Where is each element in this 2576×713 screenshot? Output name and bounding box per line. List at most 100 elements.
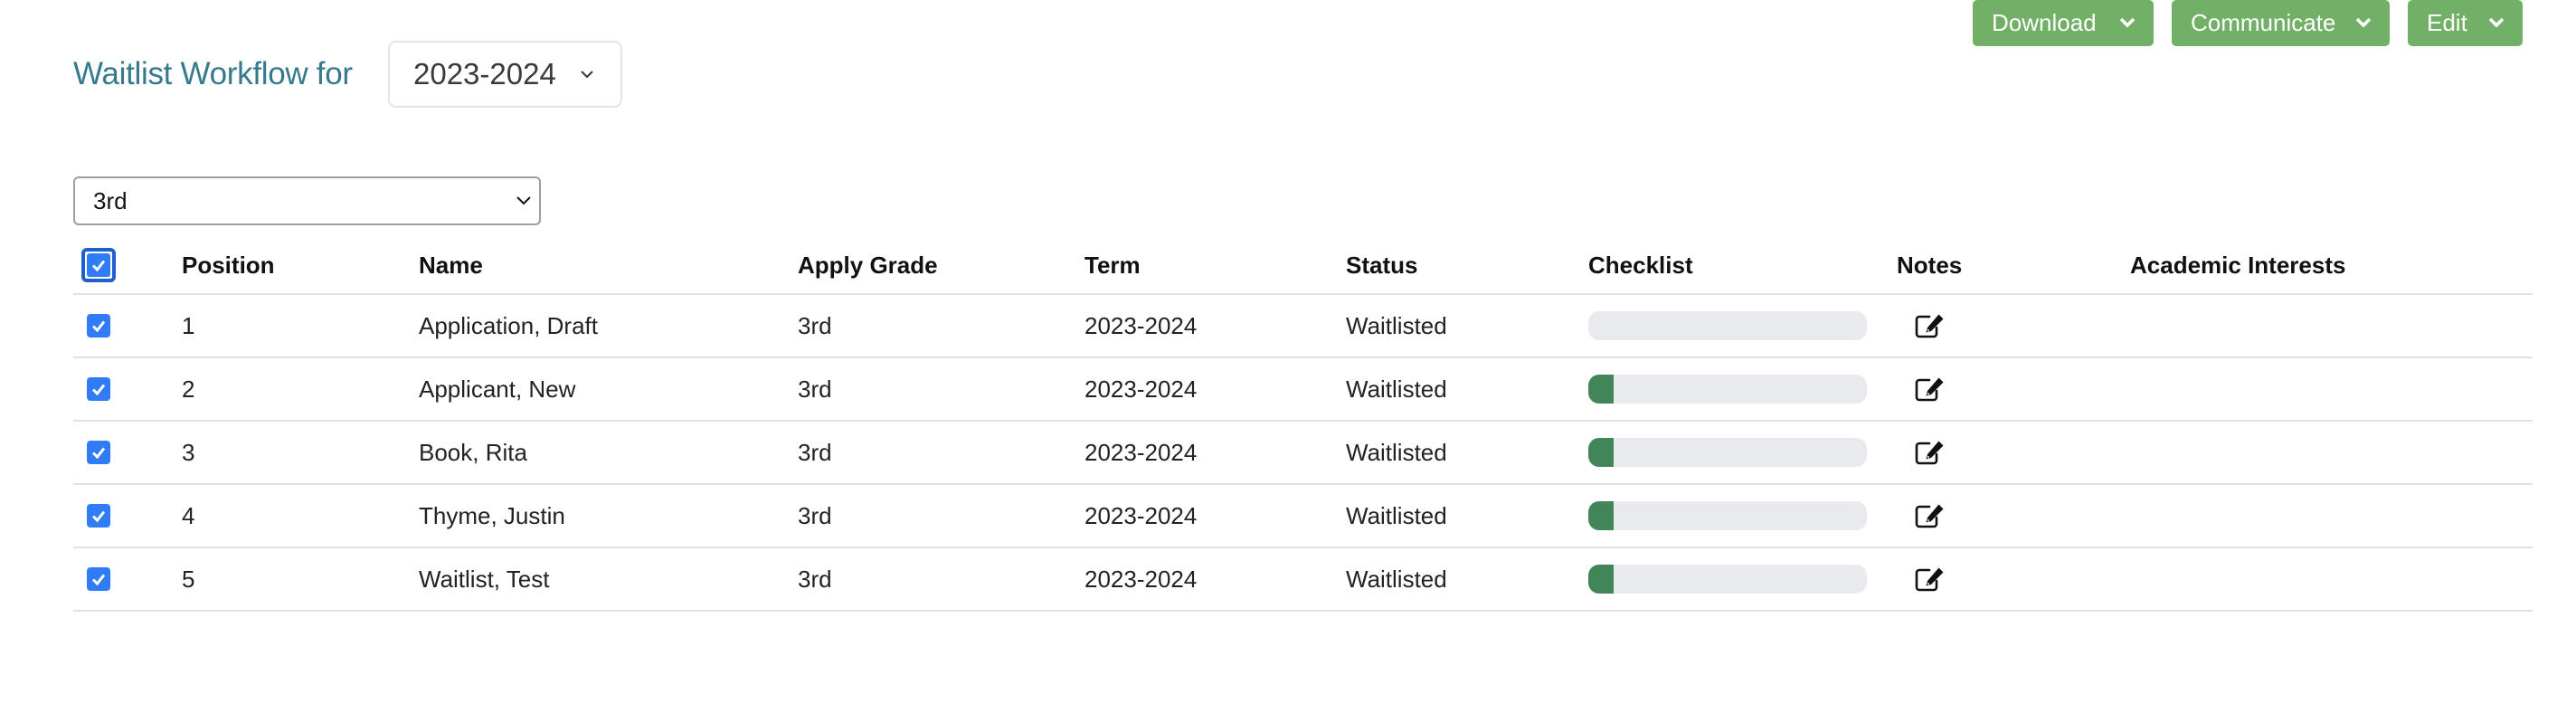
row-checkbox[interactable] [87,441,110,464]
checkmark-icon [91,574,106,586]
position-cell: 5 [182,565,195,593]
status-cell: Waitlisted [1346,565,1447,593]
name-cell[interactable]: Application, Draft [419,295,598,356]
term-cell: 2023-2024 [1084,375,1198,403]
page-header: Waitlist Workflow for [73,41,360,108]
apply-grade-cell: 3rd [798,438,832,466]
checkmark-icon [91,260,106,272]
checkbox-checked [87,253,110,277]
column-header-checklist[interactable]: Checklist [1588,237,1693,293]
checklist-progress-bar[interactable] [1588,438,1867,467]
checkmark-icon [91,384,106,396]
waitlist-table: Position Name Apply Grade Term Status Ch… [73,237,2533,612]
apply-grade-cell: 3rd [798,565,832,593]
select-all-checkbox[interactable] [81,248,116,282]
row-checkbox[interactable] [87,377,110,401]
term-cell: 2023-2024 [1084,438,1198,466]
notes-cell [1914,422,1946,483]
checklist-cell [1588,358,1867,420]
column-header-notes[interactable]: Notes [1897,237,1962,293]
checklist-progress-fill [1588,501,1614,530]
name-cell[interactable]: Applicant, New [419,358,575,420]
checklist-progress-bar[interactable] [1588,501,1867,530]
checklist-progress-bar[interactable] [1588,375,1867,404]
edit-note-icon[interactable] [1914,376,1946,403]
term-cell: 2023-2024 [1084,311,1198,339]
table-header: Position Name Apply Grade Term Status Ch… [73,237,2533,295]
row-checkbox-cell [87,358,110,420]
checkmark-icon [91,320,106,333]
name-cell[interactable]: Thyme, Justin [419,485,565,547]
grade-select-value: 3rd [93,186,128,214]
edit-note-icon[interactable] [1914,502,1946,529]
notes-cell [1914,485,1946,547]
column-header-position[interactable]: Position [182,237,275,293]
grade-select[interactable]: 3rd [73,176,541,225]
checklist-cell [1588,295,1867,356]
chevron-down-icon [581,71,593,79]
row-checkbox-cell [87,422,110,483]
notes-cell [1914,548,1946,610]
checklist-cell [1588,548,1867,610]
column-header-name[interactable]: Name [419,237,483,293]
table-body: 1 Application, Draft 3rd 2023-2024 Waitl… [73,295,2533,612]
page-title: Waitlist Workflow for [73,56,353,91]
row-checkbox-cell [87,485,110,547]
edit-note-icon[interactable] [1914,312,1946,339]
name-cell[interactable]: Waitlist, Test [419,548,549,610]
position-cell: 4 [182,501,195,529]
checklist-progress-fill [1588,565,1614,594]
status-cell: Waitlisted [1346,375,1447,403]
checklist-progress-fill [1588,375,1614,404]
communicate-button[interactable]: Communicate [2172,0,2390,46]
edit-button-label: Edit [2427,9,2467,36]
row-checkbox[interactable] [87,314,110,337]
chevron-down-icon [516,196,531,205]
download-button-label: Download [1992,9,2097,36]
edit-button[interactable]: Edit [2408,0,2523,46]
checklist-cell [1588,422,1867,483]
row-checkbox[interactable] [87,504,110,528]
column-header-academic-interests[interactable]: Academic Interests [2130,237,2345,293]
column-header-status[interactable]: Status [1346,237,1417,293]
checklist-cell [1588,485,1867,547]
table-row[interactable]: 1 Application, Draft 3rd 2023-2024 Waitl… [73,295,2533,358]
row-checkbox-cell [87,295,110,356]
notes-cell [1914,295,1946,356]
row-checkbox[interactable] [87,567,110,591]
status-cell: Waitlisted [1346,311,1447,339]
checklist-progress-bar[interactable] [1588,565,1867,594]
table-row[interactable]: 3 Book, Rita 3rd 2023-2024 Waitlisted [73,422,2533,485]
column-header-apply-grade[interactable]: Apply Grade [798,237,938,293]
checklist-progress-bar[interactable] [1588,311,1867,340]
term-cell: 2023-2024 [1084,565,1198,593]
apply-grade-cell: 3rd [798,375,832,403]
notes-cell [1914,358,1946,420]
term-cell: 2023-2024 [1084,501,1198,529]
chevron-down-icon [2355,17,2372,28]
chevron-down-icon [2119,17,2136,28]
name-cell[interactable]: Book, Rita [419,422,527,483]
select-all-cell [81,237,116,293]
communicate-button-label: Communicate [2191,9,2336,36]
status-cell: Waitlisted [1346,438,1447,466]
status-cell: Waitlisted [1346,501,1447,529]
edit-note-icon[interactable] [1914,439,1946,466]
position-cell: 3 [182,438,195,466]
checkmark-icon [91,447,106,460]
position-cell: 1 [182,311,195,339]
apply-grade-cell: 3rd [798,311,832,339]
table-row[interactable]: 5 Waitlist, Test 3rd 2023-2024 Waitliste… [73,548,2533,612]
download-button[interactable]: Download [1973,0,2154,46]
table-row[interactable]: 4 Thyme, Justin 3rd 2023-2024 Waitlisted [73,485,2533,548]
apply-grade-cell: 3rd [798,501,832,529]
position-cell: 2 [182,375,195,403]
chevron-down-icon [2488,17,2505,28]
table-row[interactable]: 2 Applicant, New 3rd 2023-2024 Waitliste… [73,358,2533,422]
checklist-progress-fill [1588,438,1614,467]
year-select-value: 2023-2024 [413,57,556,90]
year-select[interactable]: 2023-2024 [388,41,622,108]
edit-note-icon[interactable] [1914,566,1946,593]
column-header-term[interactable]: Term [1084,237,1141,293]
row-checkbox-cell [87,548,110,610]
